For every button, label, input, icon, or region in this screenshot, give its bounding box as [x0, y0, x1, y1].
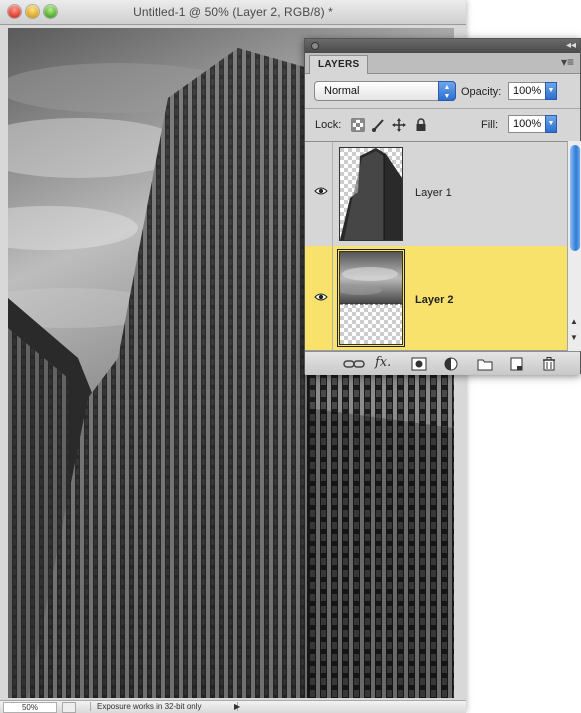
fill-dropdown-arrow-icon[interactable]: ▼ — [545, 115, 557, 133]
zoom-level-field[interactable]: 50% — [3, 702, 57, 713]
tab-layers[interactable]: LAYERS — [309, 55, 369, 74]
layers-panel-footer: fx. — [305, 351, 580, 375]
status-menu-arrow-icon[interactable]: ▶ — [234, 702, 240, 711]
layer-name-label[interactable]: Layer 2 — [415, 294, 454, 306]
add-mask-icon[interactable] — [411, 357, 427, 371]
lock-options-row: Lock: Fill: 100% ▼ — [305, 109, 580, 141]
blend-options-row: Normal ▲ ▼ Opacity: 100% ▼ — [305, 75, 580, 107]
visibility-toggle[interactable] — [310, 246, 333, 350]
fill-field[interactable]: 100% — [508, 115, 546, 133]
layer-name-label[interactable]: Layer 1 — [415, 187, 452, 199]
layer-thumbnail[interactable] — [337, 249, 405, 347]
eye-icon — [314, 187, 328, 195]
new-layer-icon[interactable] — [508, 357, 524, 371]
status-message: Exposure works in 32-bit only — [90, 702, 238, 711]
fill-label: Fill: — [481, 119, 499, 131]
layer-thumbnail[interactable] — [339, 147, 403, 241]
opacity-dropdown-arrow-icon[interactable]: ▼ — [545, 82, 557, 100]
lock-all-padlock-icon[interactable] — [414, 118, 428, 132]
scrollbar-thumb[interactable] — [570, 145, 580, 251]
link-layers-icon[interactable] — [343, 357, 365, 371]
visibility-toggle[interactable] — [310, 142, 333, 246]
scroll-up-arrow-icon[interactable]: ▲ — [570, 317, 578, 326]
opacity-label: Opacity: — [461, 86, 502, 98]
status-info-icon[interactable] — [62, 702, 76, 713]
document-statusbar: 50% Exposure works in 32-bit only ▶ — [0, 700, 466, 713]
layers-panel: ◂◂ LAYERS ▾≡ Normal ▲ ▼ Opacity: 100% ▼ L… — [304, 38, 581, 375]
layer-row-layer-1[interactable]: Layer 1 — [305, 142, 567, 247]
layer-1-thumbnail-image — [340, 148, 402, 240]
trash-icon[interactable] — [541, 357, 557, 371]
panel-tab-row: LAYERS ▾≡ — [305, 53, 580, 74]
layers-list: Layer 1 Layer 2 — [305, 141, 567, 352]
lock-label: Lock: — [315, 119, 342, 131]
panel-collapse-icon[interactable]: ◂◂ — [566, 39, 576, 53]
adjustment-layer-icon[interactable] — [443, 357, 459, 371]
select-arrows-icon: ▲ ▼ — [438, 81, 456, 101]
blend-mode-value: Normal — [324, 85, 360, 97]
lock-transparency-icon[interactable] — [351, 118, 365, 132]
opacity-field[interactable]: 100% — [508, 82, 546, 100]
layers-scrollbar[interactable]: ▲ ▼ — [567, 141, 581, 351]
document-titlebar[interactable]: Untitled-1 @ 50% (Layer 2, RGB/8) * — [0, 0, 466, 25]
panel-menu-icon[interactable]: ▾≡ — [561, 56, 574, 68]
new-group-folder-icon[interactable] — [477, 357, 493, 371]
lock-pixels-brush-icon[interactable] — [371, 118, 385, 132]
scroll-down-arrow-icon[interactable]: ▼ — [570, 333, 578, 342]
blend-mode-select[interactable]: Normal ▲ ▼ — [314, 81, 456, 101]
layer-row-layer-2[interactable]: Layer 2 — [305, 246, 567, 351]
panel-titlebar[interactable]: ◂◂ — [305, 39, 580, 53]
layer-2-thumbnail-image — [340, 252, 402, 344]
layer-style-fx-icon[interactable]: fx. — [375, 355, 391, 370]
panel-close-button[interactable] — [311, 42, 319, 50]
eye-icon — [314, 293, 328, 301]
lock-position-move-icon[interactable] — [392, 118, 406, 132]
document-title: Untitled-1 @ 50% (Layer 2, RGB/8) * — [133, 5, 333, 19]
